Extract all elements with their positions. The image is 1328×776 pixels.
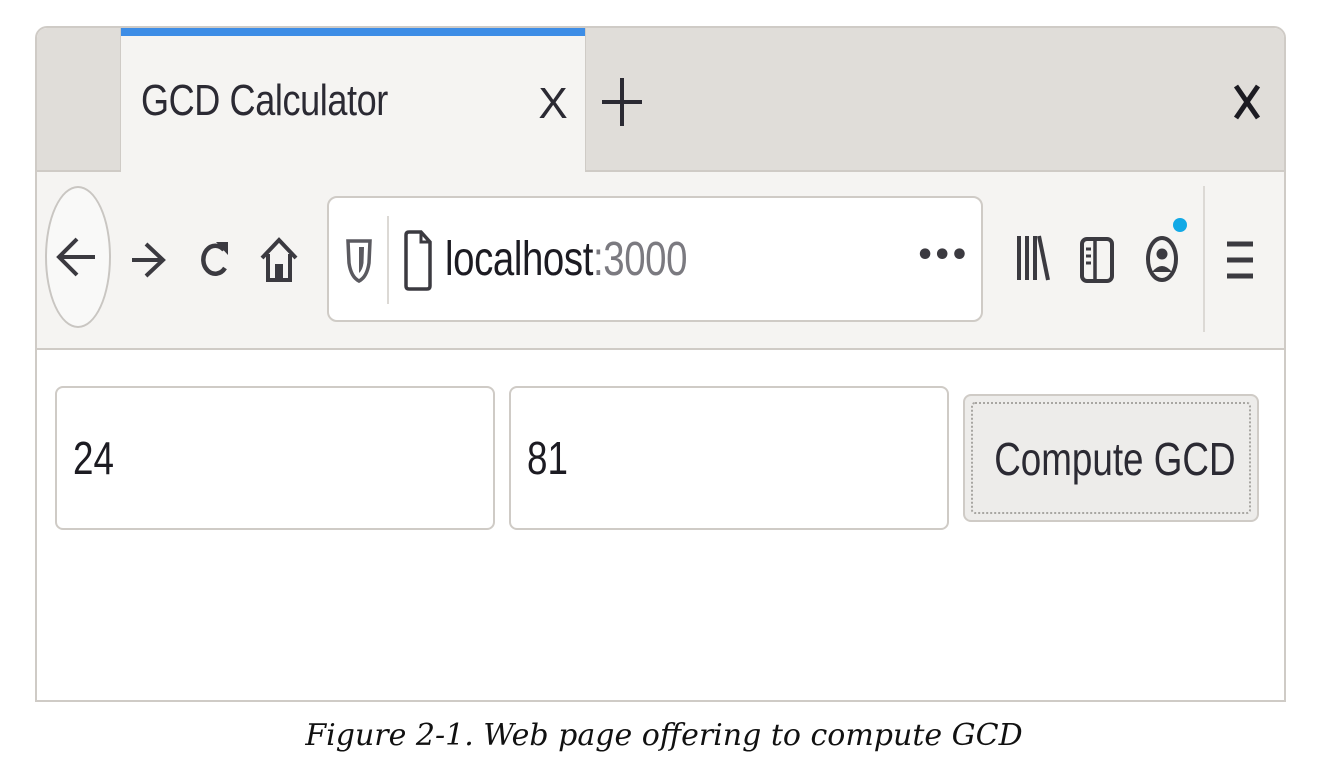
tab-active-indicator	[121, 28, 585, 36]
menu-icon[interactable]	[1223, 238, 1263, 282]
window-close-button[interactable]	[1230, 80, 1264, 124]
notification-dot	[1173, 218, 1187, 232]
tab-title: GCD Calculator	[141, 76, 388, 125]
compute-gcd-button[interactable]: Compute GCD	[963, 394, 1259, 522]
toolbar-divider	[1203, 186, 1205, 332]
second-number-input[interactable]: 81	[509, 386, 949, 530]
account-icon[interactable]	[1145, 234, 1179, 284]
back-button[interactable]	[45, 186, 111, 328]
plus-icon	[602, 78, 642, 126]
url-text[interactable]: localhost:3000	[445, 232, 687, 287]
library-icon[interactable]	[1015, 230, 1051, 286]
sidebar-icon[interactable]	[1079, 236, 1115, 284]
forward-arrow-icon[interactable]	[129, 240, 167, 280]
back-arrow-icon	[56, 237, 95, 277]
tab-gcd-calculator[interactable]: GCD Calculator X	[120, 28, 586, 172]
close-icon	[1233, 84, 1261, 120]
shield-icon[interactable]	[345, 236, 373, 284]
new-tab-button[interactable]	[600, 76, 644, 128]
compute-gcd-label: Compute GCD	[994, 433, 1236, 485]
page-content: 24 81 Compute GCD	[37, 350, 1284, 700]
url-port: :3000	[592, 233, 688, 286]
first-number-value: 24	[73, 432, 114, 484]
first-number-input[interactable]: 24	[55, 386, 495, 530]
nav-toolbar: localhost:3000 •••	[37, 172, 1284, 350]
tab-close-button[interactable]: X	[533, 76, 573, 132]
url-divider	[387, 216, 389, 304]
page-icon[interactable]	[403, 230, 433, 292]
page-actions-button[interactable]: •••	[915, 238, 969, 273]
url-bar[interactable]: localhost:3000 •••	[327, 196, 983, 322]
figure-caption: Figure 2-1. Web page offering to compute…	[305, 718, 1023, 753]
tab-strip: GCD Calculator X	[37, 28, 1284, 172]
url-host: localhost	[445, 233, 593, 286]
reload-icon[interactable]	[197, 236, 231, 282]
second-number-value: 81	[527, 432, 568, 484]
home-icon[interactable]	[259, 234, 299, 284]
browser-window: GCD Calculator X localhost:3000 ••• 24 8…	[35, 26, 1286, 702]
